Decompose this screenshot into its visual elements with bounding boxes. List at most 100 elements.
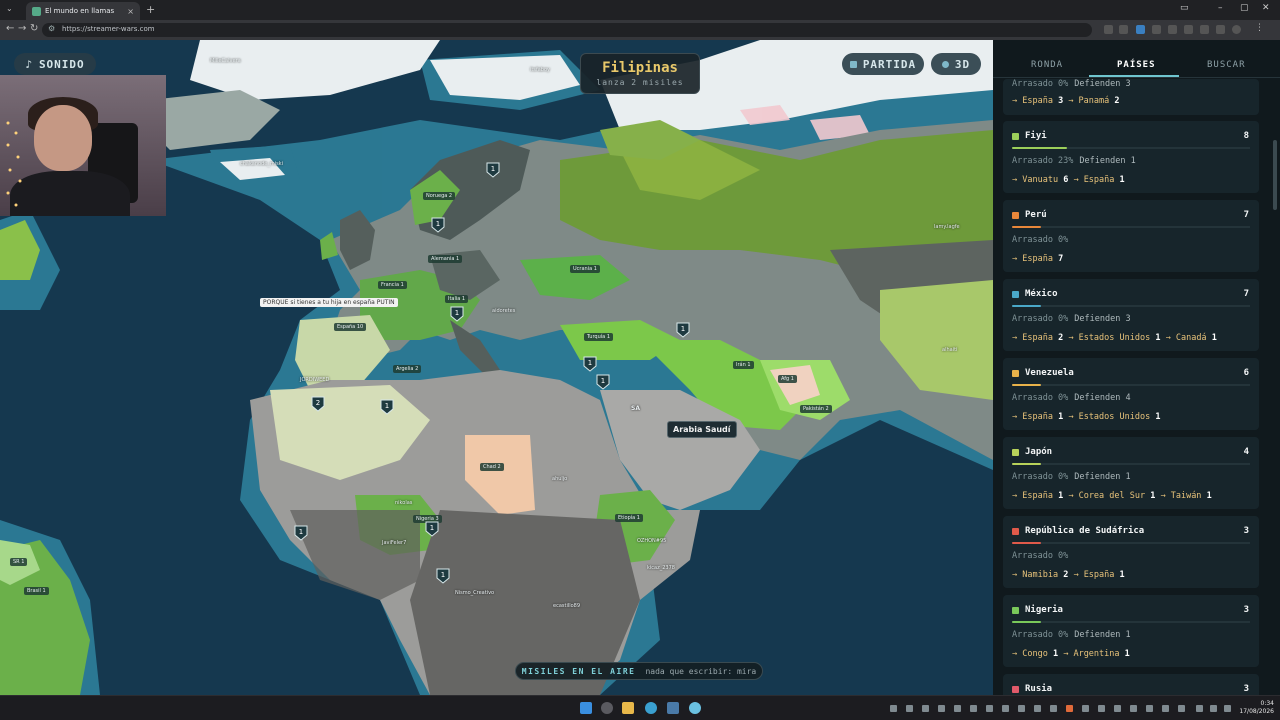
minimize-button[interactable]: – xyxy=(1218,3,1223,13)
missile-marker-icon[interactable]: 1 xyxy=(676,322,690,338)
tray-icon[interactable] xyxy=(922,705,929,712)
country-card[interactable]: Nigeria 3 Arrasado 0% Defienden 1 → Congo 1 … xyxy=(1003,595,1259,667)
menu-kebab-icon[interactable]: ⋮ xyxy=(1255,23,1264,33)
maximize-button[interactable]: ▢ xyxy=(1240,3,1249,13)
tab-search-icon[interactable]: ▭ xyxy=(1180,3,1189,13)
country-chip[interactable]: España 10 xyxy=(334,323,367,331)
browser-tab[interactable]: El mundo en llamas × xyxy=(26,2,140,20)
missile-marker-icon[interactable]: 1 xyxy=(583,356,597,372)
view-3d-toggle[interactable]: 3D xyxy=(931,53,981,75)
country-card[interactable]: México 7 Arrasado 0% Defienden 3 → España 2 … xyxy=(1003,279,1259,351)
missile-marker-icon[interactable]: 1 xyxy=(294,525,308,541)
tray-icon[interactable] xyxy=(1082,705,1089,712)
battery-icon[interactable] xyxy=(1224,705,1231,712)
new-tab-button[interactable]: + xyxy=(146,3,155,16)
tray-icon[interactable] xyxy=(1050,705,1057,712)
tray-icon[interactable] xyxy=(986,705,993,712)
windows-start-icon[interactable] xyxy=(580,702,592,714)
tray-icon[interactable] xyxy=(1034,705,1041,712)
missile-marker-icon[interactable]: 1 xyxy=(380,399,394,415)
tray-icon[interactable] xyxy=(906,705,913,712)
country-chip[interactable]: SR 1 xyxy=(10,558,28,566)
country-chip[interactable]: Etiopía 1 xyxy=(615,514,643,522)
country-chip[interactable]: Noruega 2 xyxy=(423,192,456,200)
site-info-icon[interactable]: ⚙ xyxy=(48,24,55,33)
tray-icon[interactable] xyxy=(1130,705,1137,712)
tray-icon[interactable] xyxy=(1018,705,1025,712)
country-chip[interactable]: Alemania 1 xyxy=(428,255,463,263)
extension-icon[interactable] xyxy=(1184,25,1193,34)
tray-icon[interactable] xyxy=(1178,705,1185,712)
close-window-button[interactable]: ✕ xyxy=(1262,3,1270,13)
sound-button[interactable]: ♪ SONIDO xyxy=(14,53,96,75)
missile-marker-icon[interactable]: 1 xyxy=(425,521,439,537)
profile-avatar-icon[interactable] xyxy=(1232,25,1241,34)
volume-icon[interactable] xyxy=(1210,705,1217,712)
country-chip[interactable]: Francia 1 xyxy=(378,281,407,289)
back-icon[interactable]: ← xyxy=(6,23,14,34)
country-card[interactable]: Japón 4 Arrasado 0% Defienden 1 → España 1 →… xyxy=(1003,437,1259,509)
clock[interactable]: 0:34 17/08/2026 xyxy=(1239,700,1274,716)
zoom-icon[interactable] xyxy=(1104,25,1113,34)
country-card-partial[interactable]: Arrasado 0% Defienden 3 → España 3 → Pana… xyxy=(1003,79,1259,115)
tray-icon[interactable] xyxy=(970,705,977,712)
download-icon[interactable] xyxy=(1216,25,1225,34)
country-card[interactable]: Perú 7 Arrasado 0% → España 7 xyxy=(1003,200,1259,272)
missile-marker-icon[interactable]: 1 xyxy=(431,217,445,233)
browser-icon[interactable] xyxy=(645,702,657,714)
country-chip[interactable]: Italia 1 xyxy=(445,295,469,303)
panel-scrollbar[interactable] xyxy=(1273,140,1277,210)
missile-marker-icon[interactable]: 1 xyxy=(486,162,500,178)
active-tab-indicator xyxy=(1089,75,1179,77)
reload-icon[interactable]: ↻ xyxy=(30,23,38,34)
country-chip[interactable]: Pakistán 2 xyxy=(800,405,832,413)
country-card[interactable]: Fiyi 8 Arrasado 23% Defienden 1 → Vanuatu 6 … xyxy=(1003,121,1259,193)
missile-marker-icon[interactable]: 1 xyxy=(436,568,450,584)
country-chip[interactable]: Turquía 1 xyxy=(584,333,613,341)
partida-button[interactable]: PARTIDA xyxy=(842,53,924,75)
country-card[interactable]: República de Sudáfrica 3 Arrasado 0% → Nami… xyxy=(1003,516,1259,588)
app-icon[interactable] xyxy=(689,702,701,714)
tray-icon[interactable] xyxy=(1146,705,1153,712)
bookmark-star-icon[interactable] xyxy=(1119,25,1128,34)
extension-icon[interactable] xyxy=(1152,25,1161,34)
tab-list-chevron-icon[interactable]: ⌄ xyxy=(6,4,13,13)
forward-icon[interactable]: → xyxy=(18,23,26,34)
country-card[interactable]: Rusia 3 xyxy=(1003,674,1259,695)
omnibox[interactable]: ⚙ https://streamer-wars.com xyxy=(42,23,1092,37)
missile-marker-icon[interactable]: 2 xyxy=(311,396,325,412)
tray-icon[interactable] xyxy=(1162,705,1169,712)
tab-paises[interactable]: PAÍSES xyxy=(1117,60,1156,70)
tab-buscar[interactable]: BUSCAR xyxy=(1207,60,1246,70)
extension-icon[interactable] xyxy=(1200,25,1209,34)
extension-icon[interactable] xyxy=(1168,25,1177,34)
country-chip[interactable]: Chad 2 xyxy=(480,463,504,471)
country-chip[interactable]: Irán 1 xyxy=(733,361,754,369)
tray-icon[interactable] xyxy=(1002,705,1009,712)
search-icon[interactable] xyxy=(601,702,613,714)
country-chip[interactable]: Brasil 1 xyxy=(24,587,49,595)
extension-icon[interactable] xyxy=(1136,25,1145,34)
country-chip[interactable]: Afg 1 xyxy=(778,375,797,383)
url-text[interactable]: https://streamer-wars.com xyxy=(62,25,155,33)
country-chip[interactable]: Ucrania 1 xyxy=(570,265,600,273)
file-explorer-icon[interactable] xyxy=(622,702,634,714)
defenders: Defienden 3 xyxy=(1074,314,1131,324)
tray-icon[interactable] xyxy=(938,705,945,712)
tab-close-icon[interactable]: × xyxy=(127,7,134,16)
tray-icon[interactable] xyxy=(1098,705,1105,712)
steam-icon[interactable] xyxy=(667,702,679,714)
arrow-right-icon: → xyxy=(1155,491,1171,501)
marker-count: 1 xyxy=(491,165,495,173)
country-chip[interactable]: Argelia 2 xyxy=(393,365,422,373)
country-card[interactable]: Venezuela 6 Arrasado 0% Defienden 4 → España… xyxy=(1003,358,1259,430)
country-name: Nigeria xyxy=(1025,605,1063,615)
tray-icon[interactable] xyxy=(1114,705,1121,712)
wifi-icon[interactable] xyxy=(1196,705,1203,712)
missile-marker-icon[interactable]: 1 xyxy=(596,374,610,390)
tray-icon[interactable] xyxy=(890,705,897,712)
tray-icon[interactable] xyxy=(1066,705,1073,712)
tab-ronda[interactable]: RONDA xyxy=(1031,60,1063,70)
missile-marker-icon[interactable]: 1 xyxy=(450,306,464,322)
tray-icon[interactable] xyxy=(954,705,961,712)
